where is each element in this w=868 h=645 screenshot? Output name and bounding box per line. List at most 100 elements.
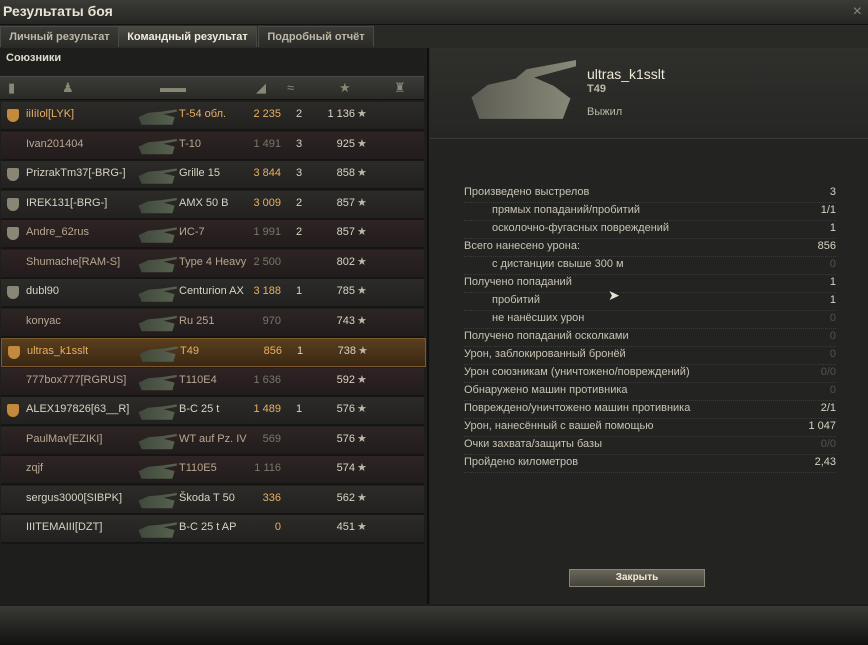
xp-value: 785: [336, 285, 355, 297]
badge-column-icon[interactable]: ▮: [8, 80, 15, 96]
stat-label: Урон союзникам (уничтожено/повреждений): [464, 366, 690, 378]
ally-row[interactable]: zqjf T110E5 1 116 574 ★: [1, 456, 424, 485]
close-icon[interactable]: ×: [853, 3, 862, 21]
vehicle-name: AMX 50 B: [179, 196, 229, 209]
bottom-bar: [0, 606, 868, 645]
stat-label: прямых попаданий/пробитий: [492, 204, 641, 216]
player-name: PrizrakTm37[-BRG-]: [26, 167, 126, 179]
vehicle-name: Т-54 обл.: [179, 108, 227, 120]
ally-row[interactable]: Ivan201404 T-10 1 491 3 925 ★: [1, 131, 424, 161]
damage-value: 3 009: [253, 196, 281, 209]
damage-column-icon[interactable]: ◢: [256, 80, 266, 96]
xp-value: 743: [336, 314, 355, 327]
stat-value: 0: [829, 258, 836, 270]
star-icon: ★: [357, 373, 367, 386]
medal-column-icon[interactable]: ♜: [394, 80, 406, 96]
class-badge-icon: [7, 168, 19, 181]
stat-row: Получено попаданий 1: [464, 275, 836, 293]
stat-row: Обнаружено машин противника 0: [464, 383, 836, 401]
ally-row[interactable]: ultras_k1sslt T49 856 1 738 ★: [1, 338, 426, 367]
vehicle-name: B-C 25 t AP: [179, 521, 237, 533]
class-badge-icon: [7, 109, 19, 122]
player-column-icon[interactable]: ♟: [62, 80, 74, 96]
ally-row[interactable]: IIITEMAIII[DZT] B-C 25 t AP 0 451 ★: [1, 515, 424, 544]
kills-column-icon[interactable]: ≈: [287, 80, 294, 95]
stat-value: 0: [829, 384, 836, 396]
star-icon: ★: [357, 196, 367, 209]
kills-value: 1: [295, 285, 303, 297]
stat-value: 0/0: [820, 438, 836, 450]
close-button[interactable]: Закрыть: [569, 569, 705, 587]
stat-label: Пройдено километров: [464, 456, 579, 468]
tab-detailed[interactable]: Подробный отчёт: [258, 26, 374, 47]
tab-team[interactable]: Командный результат: [118, 26, 257, 47]
tank-icon: [138, 286, 177, 302]
star-icon: ★: [357, 403, 367, 415]
tank-icon: [138, 374, 177, 391]
tank-icon: [138, 138, 177, 155]
damage-value: 1 491: [253, 137, 281, 150]
ally-row[interactable]: sergus3000[SIBPK] Škoda T 50 336 562 ★: [1, 485, 424, 515]
title-bar: Результаты боя ×: [0, 0, 868, 25]
vehicle-name: Grille 15: [179, 167, 220, 179]
xp-value: 925: [336, 137, 355, 150]
stat-label: Повреждено/уничтожено машин противника: [464, 402, 691, 414]
damage-value: 2 500: [253, 255, 281, 268]
star-icon: ★: [358, 345, 368, 357]
vehicle-name: Škoda T 50: [179, 491, 235, 504]
player-name: konyac: [26, 314, 61, 327]
tank-icon: [138, 109, 177, 125]
ally-row[interactable]: ALEX197826[63__R] B-C 25 t 1 489 1 576 ★: [1, 397, 424, 426]
stat-row: Урон, заблокированный бронёй 0: [464, 347, 836, 365]
vehicle-name: Type 4 Heavy: [179, 255, 247, 268]
damage-value: 1 636: [253, 373, 281, 386]
tank-icon: [138, 522, 177, 538]
vehicle-name: Centurion AX: [179, 285, 244, 297]
class-badge-icon: [7, 404, 19, 417]
player-name: Ivan201404: [26, 137, 84, 150]
ally-row[interactable]: 777box777[RGRUS] T110E4 1 636 592 ★: [1, 367, 424, 397]
ally-row[interactable]: Andre_62rus ИС-7 1 991 2 857 ★: [1, 220, 424, 249]
stat-value: 0: [829, 312, 836, 324]
xp-value: 857: [336, 196, 355, 209]
tab-personal[interactable]: Личный результат: [0, 26, 119, 47]
star-icon: ★: [357, 314, 367, 327]
ally-row[interactable]: IREK131[-BRG-] AMX 50 B 3 009 2 857 ★: [1, 190, 424, 220]
ally-row[interactable]: PrizrakTm37[-BRG-] Grille 15 3 844 3 858 ★: [1, 161, 424, 190]
damage-value: 1 489: [253, 403, 281, 415]
stat-label: с дистанции свыше 300 м: [492, 258, 624, 270]
battle-results-window: Результаты боя × Личный результат Команд…: [0, 0, 868, 645]
damage-value: 2 235: [253, 108, 281, 120]
tank-icon: [138, 256, 177, 273]
xp-value: 576: [336, 403, 355, 415]
stat-value: 1: [829, 294, 836, 306]
ally-row[interactable]: konyac Ru 251 970 743 ★: [1, 308, 424, 338]
stat-label: Обнаружено машин противника: [464, 384, 628, 396]
vehicle-column-icon[interactable]: ▬▬: [160, 80, 186, 95]
stat-label: не нанёсших урон: [492, 312, 585, 324]
kills-value: 1: [296, 345, 304, 357]
ally-row[interactable]: Shumache[RAM-S] Type 4 Heavy 2 500 802 ★: [1, 249, 424, 279]
damage-value: 3 188: [253, 285, 281, 297]
player-name: iiIiIol[LYK]: [26, 108, 75, 120]
stat-label: Произведено выстрелов: [464, 186, 590, 198]
ally-row[interactable]: PaulMav[EZIKI] WT auf Pz. IV 569 576 ★: [1, 426, 424, 456]
vehicle-header: ultras_k1sslt T49 Выжил: [430, 48, 868, 139]
ally-row[interactable]: iiIiIol[LYK] Т-54 обл. 2 235 2 1 136 ★: [1, 102, 424, 131]
player-name: ALEX197826[63__R]: [26, 403, 130, 415]
vehicle-name: B-C 25 t: [179, 403, 220, 415]
selected-player-name: ultras_k1sslt: [587, 66, 665, 82]
player-name: 777box777[RGRUS]: [26, 373, 127, 386]
kills-value: 3: [295, 167, 303, 179]
tank-icon: [138, 168, 177, 184]
stat-row: прямых попаданий/пробитий 1/1: [464, 203, 836, 221]
xp-column-icon[interactable]: ★: [339, 80, 351, 96]
star-icon: ★: [357, 137, 367, 150]
star-icon: ★: [357, 462, 367, 474]
ally-row[interactable]: dubl90 Centurion AX 3 188 1 785 ★: [1, 279, 424, 308]
kills-value: 2: [295, 226, 303, 238]
stat-value: 0: [829, 330, 836, 342]
stat-label: пробитий: [492, 294, 540, 306]
vehicle-name: T110E4: [179, 373, 217, 386]
stat-value: 0/0: [820, 366, 836, 378]
